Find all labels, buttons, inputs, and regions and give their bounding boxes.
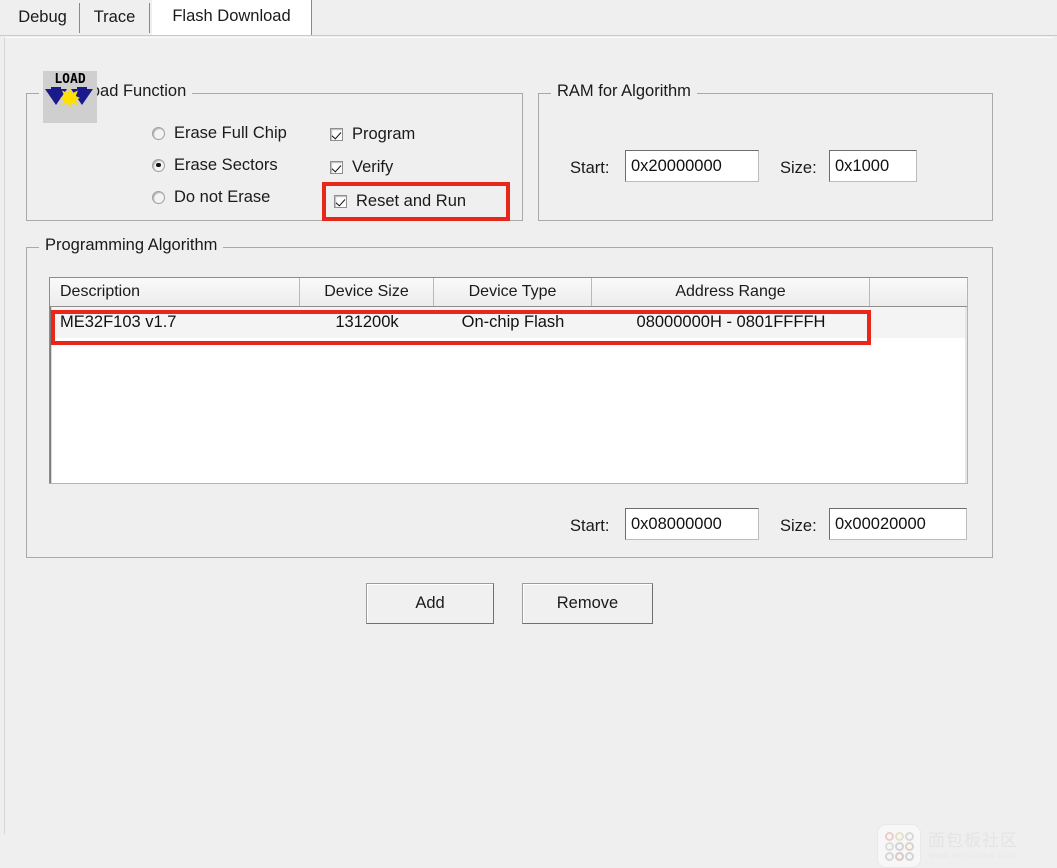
flash-size-label: Size: [780, 517, 817, 535]
flash-size-input[interactable]: 0x00020000 [829, 508, 967, 540]
tab-flash-download[interactable]: Flash Download [152, 0, 312, 36]
checkbox-verify-label: Verify [352, 157, 394, 176]
checkmark-icon [334, 194, 347, 208]
cell-device-type: On-chip Flash [461, 313, 565, 331]
watermark: 面包板社区 www.eet-china.com [877, 824, 1047, 868]
radio-erase-full-chip[interactable]: Erase Full Chip [152, 120, 287, 146]
radio-erase-sectors-label: Erase Sectors [174, 155, 278, 174]
checkbox-reset-and-run[interactable]: Reset and Run [334, 188, 466, 214]
cell-device-size: 131200k [335, 313, 399, 331]
tab-trace[interactable]: Trace [80, 3, 150, 33]
tab-strip: Debug Trace Flash Download [0, 0, 1057, 36]
ram-for-algorithm-title: RAM for Algorithm [551, 82, 697, 101]
radio-circle-icon [152, 190, 165, 204]
table-empty-area [50, 338, 967, 483]
programming-algorithm-title: Programming Algorithm [39, 236, 224, 255]
tab-debug[interactable]: Debug [6, 3, 80, 33]
add-button[interactable]: Add [366, 583, 494, 624]
watermark-text: 面包板社区 www.eet-china.com [928, 831, 1018, 861]
programming-algorithm-table[interactable]: Description Device Size Device Type Addr… [49, 277, 968, 484]
radio-circle-selected-icon [152, 158, 165, 172]
radio-erase-full-chip-label: Erase Full Chip [174, 123, 287, 142]
tab-strip-divider [0, 35, 1057, 36]
radio-do-not-erase[interactable]: Do not Erase [152, 184, 270, 210]
cell-address-range: 08000000H - 0801FFFFH [636, 313, 826, 331]
checkbox-program[interactable]: Program [330, 121, 415, 147]
flash-start-input[interactable]: 0x08000000 [625, 508, 759, 540]
checkbox-program-label: Program [352, 124, 416, 143]
ram-size-input[interactable]: 0x1000 [829, 150, 917, 182]
load-icon-label: LOAD [54, 72, 86, 87]
load-icon-star [60, 88, 80, 108]
dialog-client-area: Download Function LOAD Erase Full Chip E… [4, 37, 1053, 868]
table-header-extra[interactable] [870, 278, 967, 306]
table-header-description[interactable]: Description [50, 278, 300, 306]
load-icon: LOAD [43, 71, 97, 123]
radio-do-not-erase-label: Do not Erase [174, 187, 271, 206]
radio-circle-icon [152, 126, 165, 140]
watermark-logo-icon [877, 824, 921, 868]
table-header-device-size[interactable]: Device Size [300, 278, 434, 306]
table-left-edge [50, 307, 52, 483]
cell-description: ME32F103 v1.7 [60, 313, 177, 331]
radio-erase-sectors[interactable]: Erase Sectors [152, 152, 278, 178]
ram-start-label: Start: [570, 159, 610, 177]
checkbox-verify[interactable]: Verify [330, 154, 393, 180]
ram-size-label: Size: [780, 159, 817, 177]
cell-extra [870, 307, 967, 338]
checkmark-icon [330, 160, 343, 174]
table-header-row: Description Device Size Device Type Addr… [50, 278, 967, 307]
table-right-edge [965, 307, 967, 483]
flash-start-label: Start: [570, 517, 610, 535]
ram-for-algorithm-group: RAM for Algorithm [538, 82, 993, 221]
ram-start-input[interactable]: 0x20000000 [625, 150, 759, 182]
remove-button[interactable]: Remove [522, 583, 653, 624]
checkmark-icon [330, 127, 343, 141]
checkbox-reset-and-run-label: Reset and Run [356, 191, 467, 210]
table-header-address-range[interactable]: Address Range [592, 278, 870, 306]
table-row[interactable]: ME32F103 v1.7 131200k On-chip Flash 0800… [50, 307, 967, 338]
watermark-title: 面包板社区 [928, 831, 1018, 850]
table-header-device-type[interactable]: Device Type [434, 278, 592, 306]
watermark-url: www.eet-china.com [928, 850, 1017, 860]
